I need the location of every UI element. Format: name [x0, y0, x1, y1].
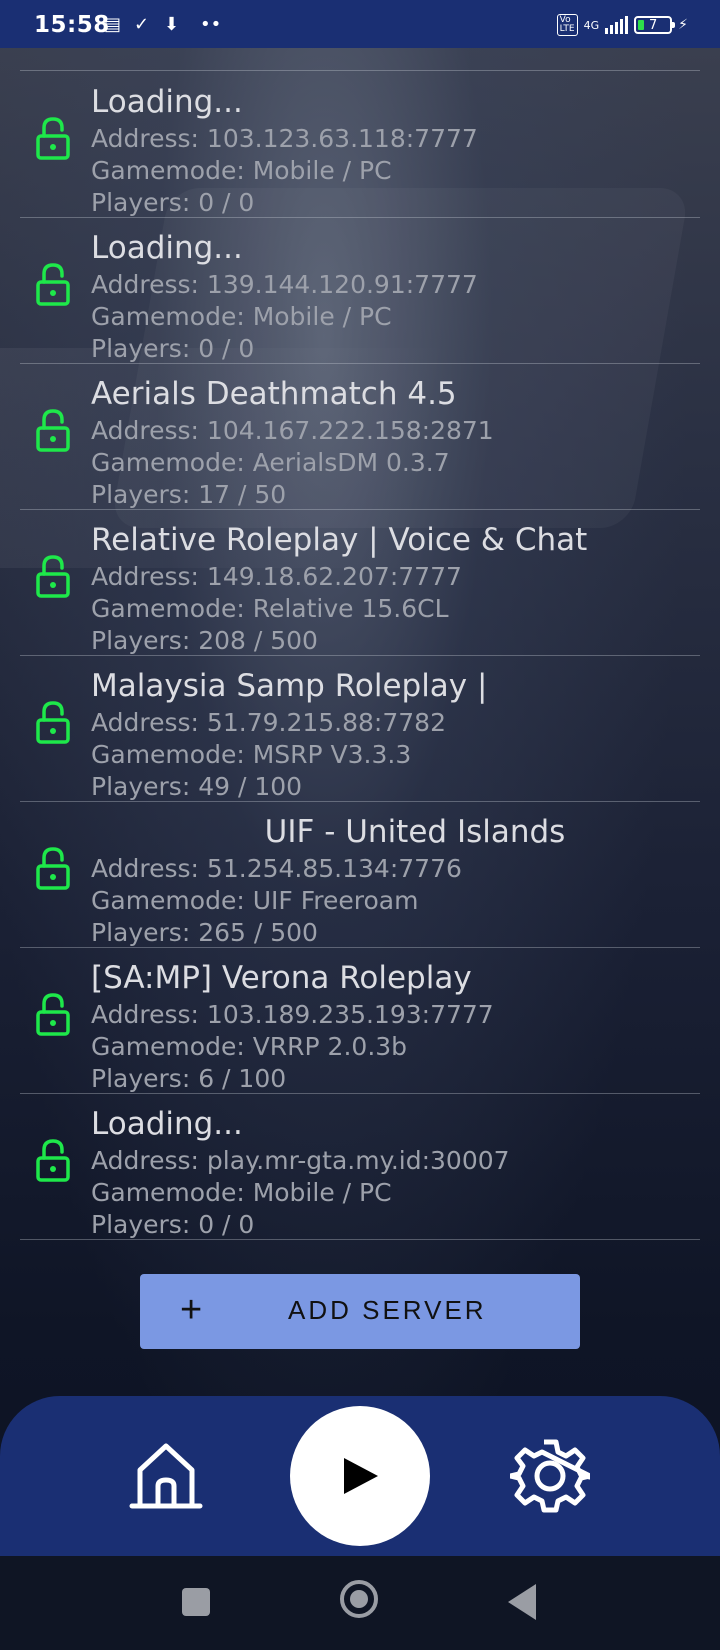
checkmark-icon: ✓ [134, 14, 150, 35]
server-players: Players: 6 / 100 [91, 1064, 287, 1093]
home-icon[interactable] [126, 1438, 206, 1510]
server-players: Players: 265 / 500 [91, 918, 318, 947]
server-gamemode: Gamemode: Mobile / PC [91, 1178, 392, 1207]
server-name: [SA:MP] Verona Roleplay [91, 960, 472, 996]
server-row[interactable]: Loading... Address: play.mr-gta.my.id:300… [20, 1094, 700, 1240]
recents-icon[interactable] [182, 1588, 210, 1616]
server-players: Players: 0 / 0 [91, 334, 255, 363]
server-address: Address: 103.189.235.193:7777 [91, 1000, 494, 1029]
battery-level: 7 [649, 17, 658, 33]
notes-icon: ▤ [104, 14, 122, 35]
status-bar: 15:58 ▤ ✓ ⬇ •• Vo LTE 4G 7 ⚡ [0, 0, 720, 48]
server-row[interactable]: Relative Roleplay | Voice & Chat Address:… [20, 510, 700, 656]
server-row[interactable]: UIF - United Islands Address: 51.254.85.1… [20, 802, 700, 948]
back-icon[interactable] [508, 1584, 536, 1620]
server-row[interactable]: [SA:MP] Verona Roleplay Address: 103.189.… [20, 948, 700, 1094]
server-gamemode: Gamemode: MSRP V3.3.3 [91, 740, 412, 769]
server-name: Malaysia Samp Roleplay | [91, 668, 488, 704]
status-time: 15:58 [34, 12, 110, 38]
unlocked-lock-icon [36, 701, 70, 744]
server-name: Loading... [91, 84, 243, 120]
bottom-nav [0, 1396, 720, 1556]
server-gamemode: Gamemode: Mobile / PC [91, 156, 392, 185]
server-row[interactable]: Loading... Address: 139.144.120.91:7777 Ga… [20, 218, 700, 364]
server-address: Address: 139.144.120.91:7777 [91, 270, 478, 299]
server-name: Aerials Deathmatch 4.5 [91, 376, 457, 412]
list-divider [20, 70, 700, 71]
server-row[interactable]: Malaysia Samp Roleplay | Address: 51.79.2… [20, 656, 700, 802]
server-address: Address: 51.254.85.134:7776 [91, 854, 462, 883]
plus-icon: + [180, 1289, 203, 1331]
unlocked-lock-icon [36, 555, 70, 598]
gear-icon[interactable] [507, 1436, 593, 1516]
server-players: Players: 49 / 100 [91, 772, 303, 801]
server-players: Players: 208 / 500 [91, 626, 318, 655]
server-players: Players: 17 / 50 [91, 480, 287, 509]
charging-icon: ⚡ [678, 17, 688, 33]
more-dots-icon: •• [200, 14, 222, 35]
server-gamemode: Gamemode: Relative 15.6CL [91, 594, 449, 623]
server-row[interactable]: Aerials Deathmatch 4.5 Address: 104.167.2… [20, 364, 700, 510]
unlocked-lock-icon [36, 263, 70, 306]
server-address: Address: 51.79.215.88:7782 [91, 708, 446, 737]
server-address: Address: 104.167.222.158:2871 [91, 416, 494, 445]
system-home-icon[interactable] [340, 1580, 378, 1618]
unlocked-lock-icon [36, 847, 70, 890]
server-gamemode: Gamemode: UIF Freeroam [91, 886, 419, 915]
network-type: 4G [583, 18, 600, 32]
system-navigation-bar [0, 1556, 720, 1650]
server-address: Address: 103.123.63.118:7777 [91, 124, 478, 153]
server-gamemode: Gamemode: VRRP 2.0.3b [91, 1032, 408, 1061]
download-icon: ⬇ [164, 14, 180, 35]
server-gamemode: Gamemode: Mobile / PC [91, 302, 392, 331]
server-address: Address: play.mr-gta.my.id:30007 [91, 1146, 510, 1175]
play-button[interactable] [290, 1406, 430, 1546]
signal-icon [605, 16, 629, 34]
server-players: Players: 0 / 0 [91, 188, 255, 217]
battery-icon: 7 [634, 16, 676, 34]
add-server-label: ADD SERVER [288, 1295, 487, 1325]
server-gamemode: Gamemode: AerialsDM 0.3.7 [91, 448, 450, 477]
server-name: Loading... [91, 1106, 243, 1142]
server-address: Address: 149.18.62.207:7777 [91, 562, 462, 591]
server-name: Loading... [91, 230, 243, 266]
unlocked-lock-icon [36, 409, 70, 452]
unlocked-lock-icon [36, 117, 70, 160]
server-players: Players: 0 / 0 [91, 1210, 255, 1239]
unlocked-lock-icon [36, 1139, 70, 1182]
play-icon [344, 1458, 378, 1494]
server-name: Relative Roleplay | Voice & Chat [91, 522, 588, 558]
server-name: UIF - United Islands [264, 814, 566, 850]
server-row[interactable]: Loading... Address: 103.123.63.118:7777 Ga… [20, 72, 700, 218]
add-server-button[interactable]: + ADD SERVER [140, 1274, 580, 1349]
volte-icon: Vo LTE [556, 14, 578, 36]
unlocked-lock-icon [36, 993, 70, 1036]
